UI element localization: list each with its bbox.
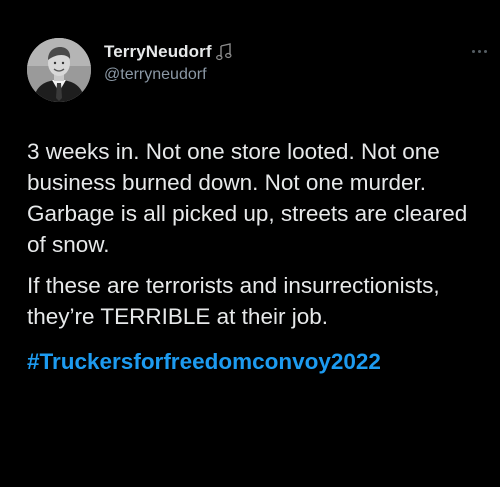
tweet-paragraph: 3 weeks in. Not one store looted. Not on… <box>27 139 468 257</box>
display-name[interactable]: TerryNeudorf <box>104 42 212 62</box>
dot <box>472 50 475 53</box>
author-handle[interactable]: @terryneudorf <box>104 66 207 84</box>
dot <box>484 50 487 53</box>
music-note-icon <box>215 43 232 61</box>
author-row: TerryNeudorf <box>104 42 232 62</box>
more-dots-icon[interactable] <box>472 50 487 53</box>
hashtag-link[interactable]: #Truckersforfreedomconvoy2022 <box>27 346 381 377</box>
avatar[interactable] <box>27 38 91 102</box>
avatar-photo-icon <box>27 38 91 102</box>
dot <box>478 50 481 53</box>
tweet-paragraph: If these are terrorists and insurrection… <box>27 273 440 329</box>
tweet-card: TerryNeudorf @terryneudorf 3 weeks in. N… <box>0 0 500 487</box>
tweet-text: 3 weeks in. Not one store looted. Not on… <box>27 136 489 377</box>
